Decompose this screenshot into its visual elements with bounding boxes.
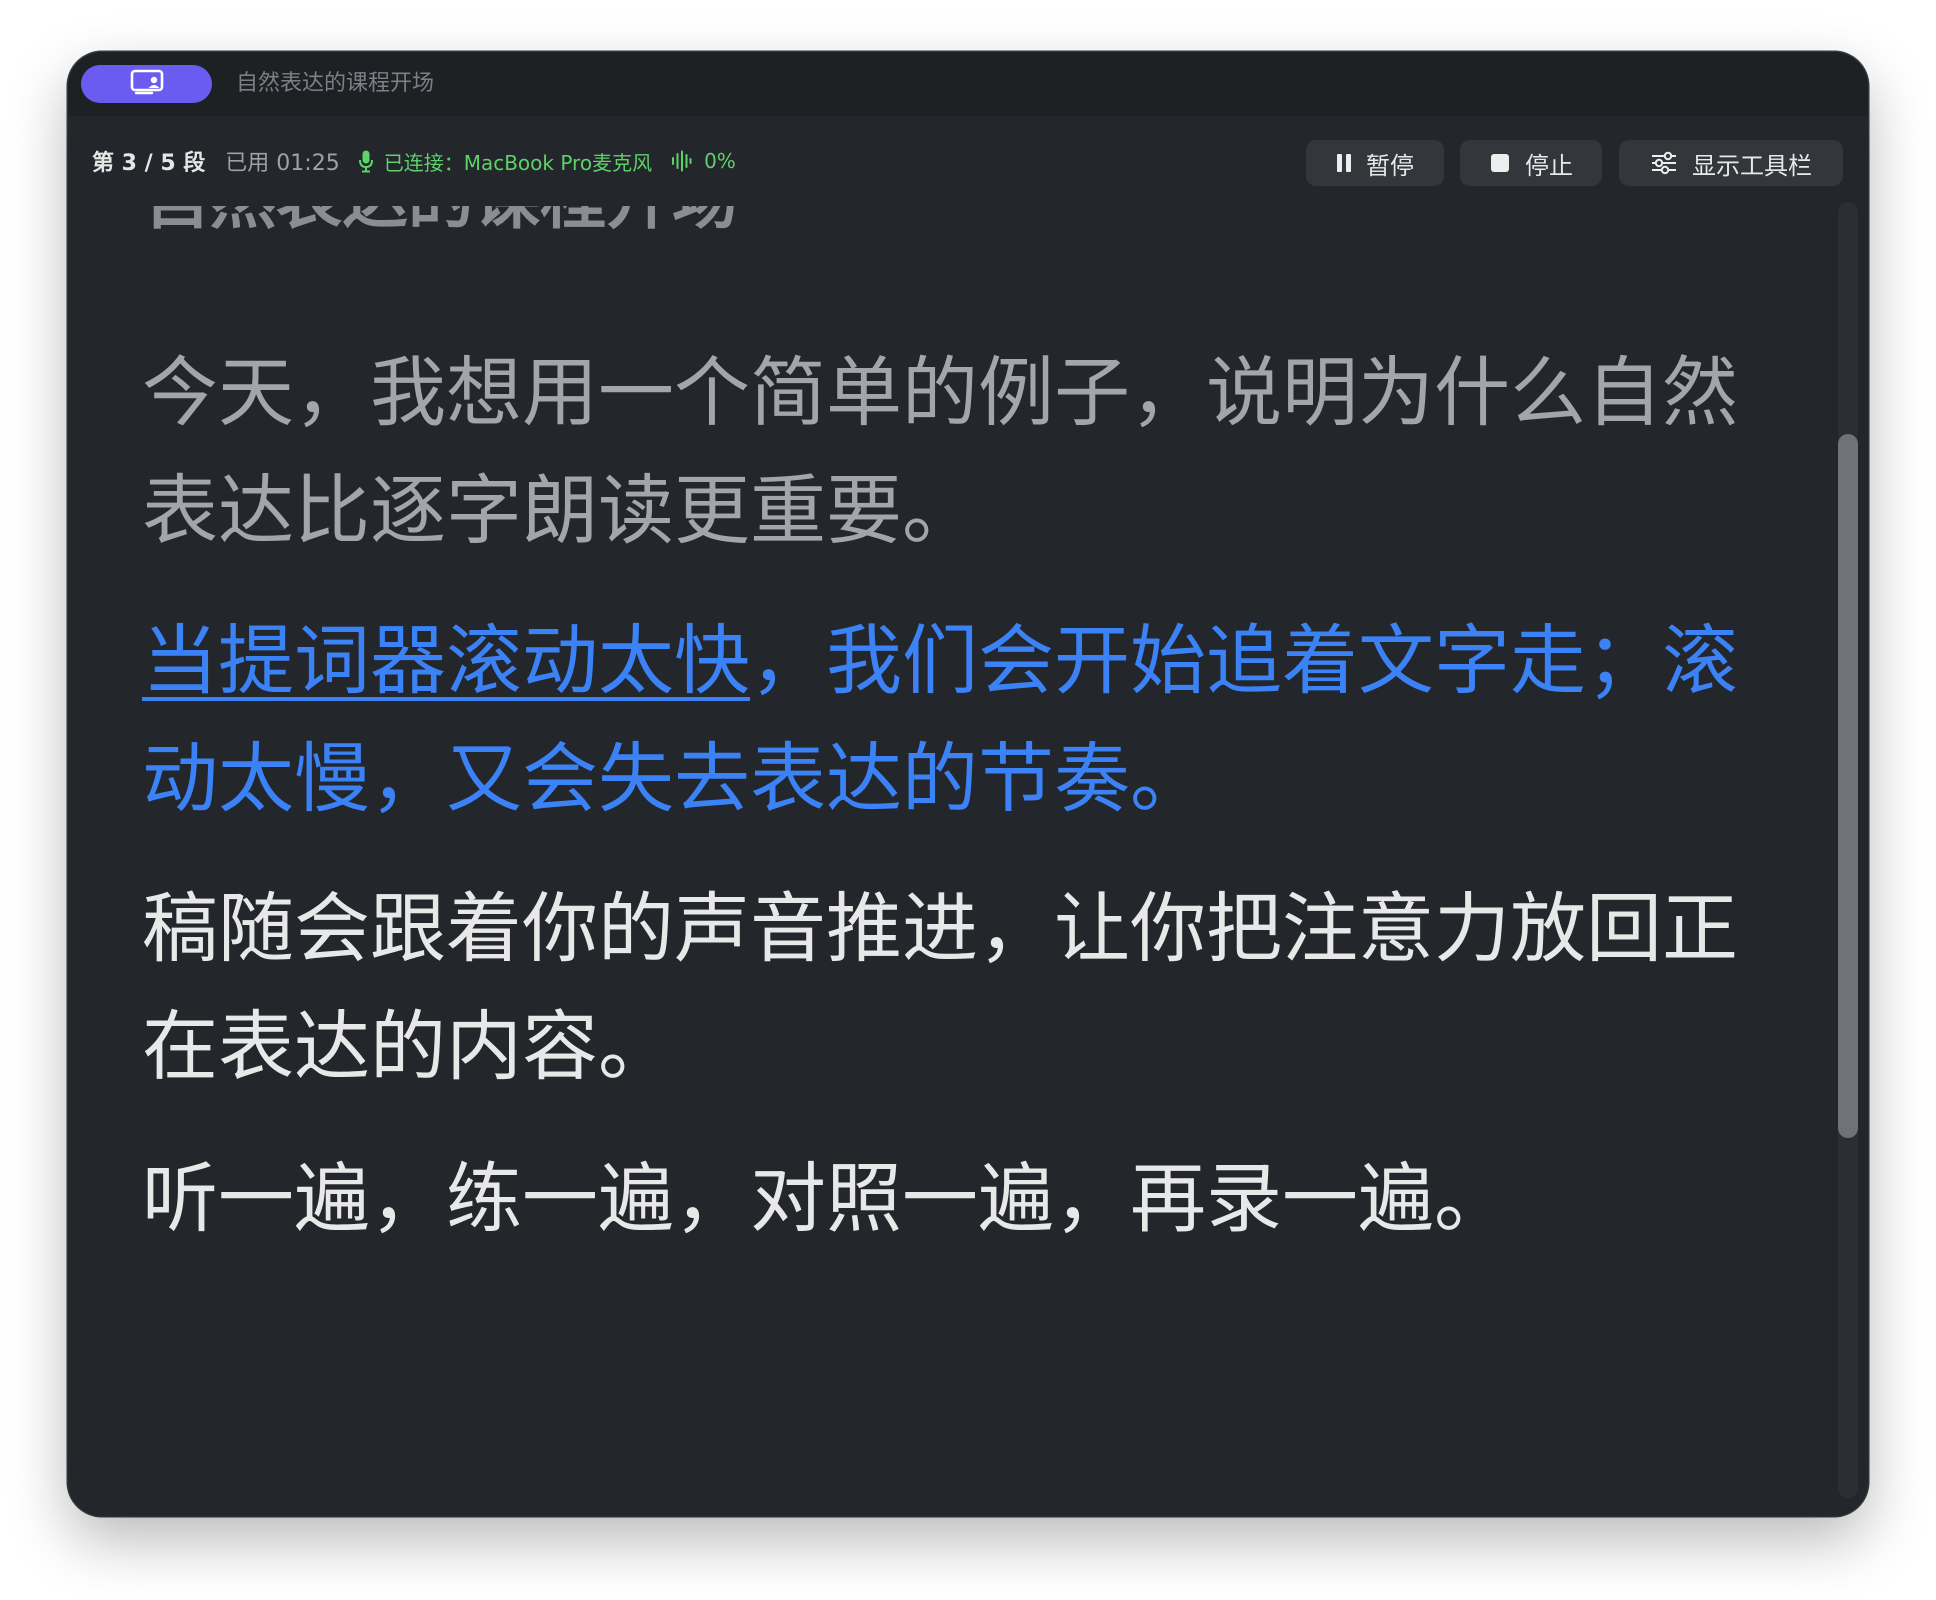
- scrollbar-thumb[interactable]: [1838, 434, 1858, 1138]
- script-paragraph-upcoming: 稿随会跟着你的声音推进，让你把注意力放回正在表达的内容。: [142, 884, 1738, 1091]
- title-bar: 自然表达的课程开场: [68, 52, 1868, 117]
- show-toolbar-label: 显示工具栏: [1692, 151, 1812, 180]
- script-paragraph-read: 今天，我想用一个简单的例子，说明为什么自然表达比逐字朗读更重要。: [142, 348, 1738, 555]
- stop-button[interactable]: 停止: [1460, 140, 1602, 186]
- pause-button[interactable]: 暂停: [1306, 140, 1444, 186]
- app-mode-pill[interactable]: [81, 65, 212, 103]
- window-title: 自然表达的课程开场: [236, 71, 435, 96]
- sliders-icon: [1650, 151, 1678, 175]
- current-phrase: 当提词器滚动太快: [142, 616, 750, 705]
- pause-icon: [1336, 152, 1352, 174]
- elapsed-time: 已用 01:25: [225, 151, 340, 176]
- status-bar: 第 3 / 5 段 已用 01:25 已连接：MacBook Pro麦克风 0%…: [68, 116, 1868, 206]
- script-viewport[interactable]: 自然表达的课程开场 今天，我想用一个简单的例子，说明为什么自然表达比逐字朗读更重…: [68, 206, 1868, 1516]
- scrollbar[interactable]: [1838, 202, 1858, 1498]
- show-toolbar-button[interactable]: 显示工具栏: [1619, 140, 1843, 186]
- stop-icon: [1489, 152, 1511, 174]
- teleprompter-screen-icon: [130, 69, 164, 99]
- script-paragraph-current: 当提词器滚动太快，我们会开始追着文字走；滚动太慢，又会失去表达的节奏。: [142, 602, 1782, 838]
- audio-level-icon: [670, 150, 692, 172]
- stop-label: 停止: [1525, 151, 1573, 180]
- audio-level: 0%: [704, 149, 736, 173]
- script-paragraph-upcoming: 听一遍，练一遍，对照一遍，再录一遍。: [142, 1154, 1510, 1243]
- pause-label: 暂停: [1366, 151, 1414, 180]
- teleprompter-window: 自然表达的课程开场 第 3 / 5 段 已用 01:25 已连接：MacBook…: [68, 52, 1868, 1516]
- segment-counter: 第 3 / 5 段: [92, 151, 206, 176]
- mic-connection-status: 已连接：MacBook Pro麦克风: [383, 150, 653, 175]
- microphone-icon: [358, 149, 374, 173]
- script-heading: 自然表达的课程开场: [144, 206, 738, 240]
- status-info: 第 3 / 5 段 已用 01:25 已连接：MacBook Pro麦克风 0%: [92, 144, 736, 178]
